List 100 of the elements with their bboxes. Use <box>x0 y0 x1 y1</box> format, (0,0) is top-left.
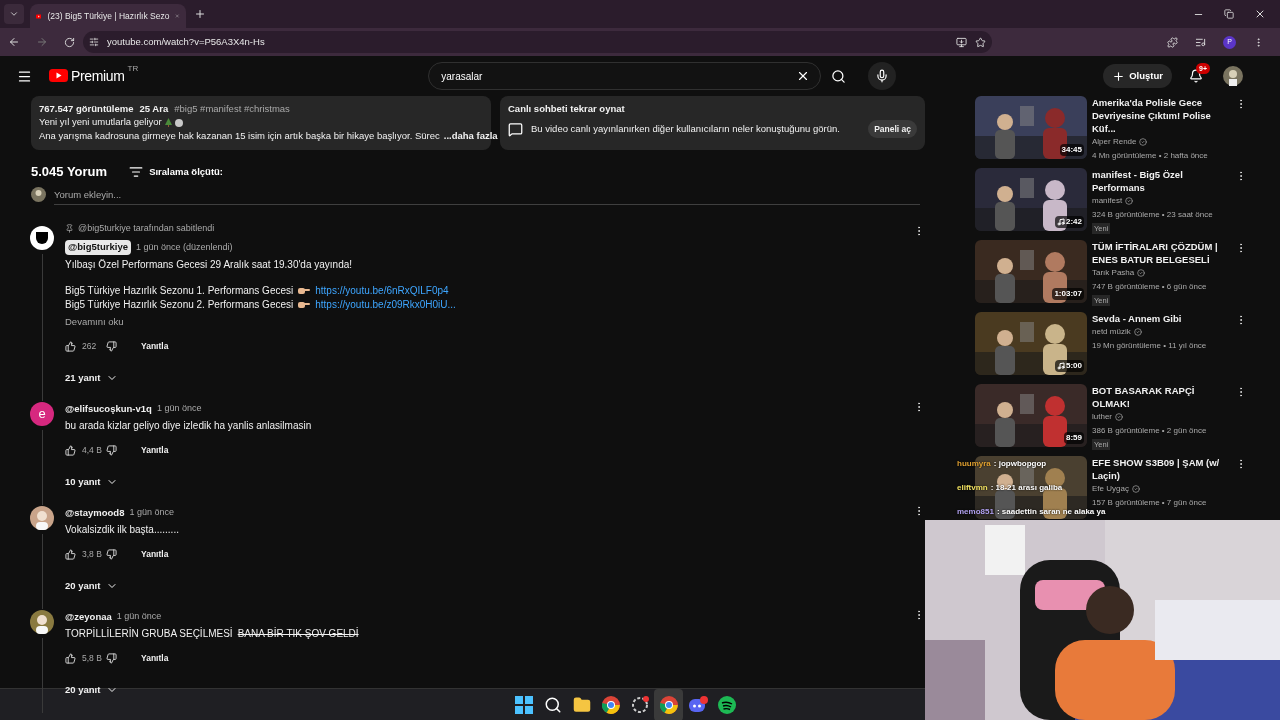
channel-name[interactable]: Efe Uygaç <box>1092 483 1129 495</box>
new-tab-icon[interactable] <box>194 8 206 20</box>
browser-tab[interactable]: (23) Big5 Türkiye | Hazırlık Sezo <box>30 4 186 28</box>
bookmark-icon[interactable] <box>975 36 986 48</box>
reply-button[interactable]: Yanıtla <box>141 340 169 354</box>
search-field[interactable]: yarasalar <box>441 68 797 84</box>
like-count: 5,8 B <box>82 652 103 666</box>
video-play-icon <box>36 11 42 21</box>
reply-button[interactable]: Yanıtla <box>141 548 169 562</box>
description-text: Yeni yıl yeni umutlarla geliyor <box>39 115 162 130</box>
show-more-link[interactable]: ...daha fazla <box>443 128 498 144</box>
comment-link[interactable]: https://youtu.be/6nRxQILF0p4 <box>315 283 449 298</box>
spotify-icon[interactable] <box>717 695 736 714</box>
close-icon[interactable] <box>1254 8 1266 20</box>
comment-field[interactable]: Yorum ekleyin... <box>54 184 920 205</box>
duration-badge: 34:45 <box>1059 144 1084 156</box>
folder-icon[interactable] <box>572 695 591 714</box>
sort-button[interactable]: Sıralama ölçütü: <box>129 164 224 179</box>
media-icon[interactable] <box>1195 37 1206 48</box>
like-icon[interactable] <box>65 653 76 665</box>
search-icon[interactable] <box>831 68 847 84</box>
user-avatar <box>31 187 46 202</box>
comment-time[interactable]: 1 gün önce <box>156 402 202 416</box>
replies-toggle[interactable]: 20 yanıt <box>65 674 119 705</box>
channel-name[interactable]: netd müzik <box>1092 326 1131 338</box>
restore-icon[interactable] <box>1224 9 1234 19</box>
like-count: 4,4 B <box>82 444 103 458</box>
chrome-icon[interactable] <box>601 695 620 714</box>
comment-author[interactable]: @zeyonaa <box>65 609 112 624</box>
logo-text[interactable]: Premium <box>71 65 125 87</box>
video-title[interactable]: TÜM İFTİRALARI ÇÖZDÜM | ENES BATUR BELGESELİ <box>1092 240 1226 266</box>
pointing-hand-icon <box>298 300 311 309</box>
comment-author[interactable]: @big5turkiye <box>65 240 131 255</box>
dislike-icon[interactable] <box>106 549 117 561</box>
like-icon[interactable] <box>65 549 76 561</box>
comment-time[interactable]: 1 gün önce <box>116 610 162 624</box>
duration-badge: 8:59 <box>1064 432 1084 444</box>
hashtags[interactable]: #big5 #manifest #christmas <box>174 102 290 116</box>
comment-author[interactable]: @elifsucoşkun-v1q <box>65 401 152 416</box>
app-icon[interactable] <box>630 695 649 714</box>
channel-name[interactable]: Tarık Pasha <box>1092 267 1135 279</box>
video-meta: 4 Mn görüntüleme • 2 hafta önce <box>1092 150 1209 162</box>
user-avatar[interactable]: e <box>30 401 54 426</box>
video-title[interactable]: manifest - Big5 Özel Performans <box>1092 168 1226 194</box>
video-title[interactable]: EFE SHOW S3B09 | ŞAM (w/ Laçin) <box>1092 456 1226 482</box>
open-panel-button[interactable]: Paneli aç <box>868 120 917 138</box>
pinned-label: @big5turkiye tarafından sabitlendi <box>78 221 215 235</box>
microphone-icon[interactable] <box>875 69 890 83</box>
video-title[interactable]: Sevda - Annem Gibi <box>1092 312 1226 325</box>
like-count: 3,8 B <box>82 548 103 562</box>
reply-button[interactable]: Yanıtla <box>141 652 169 666</box>
replies-toggle[interactable]: 21 yanıt <box>65 362 119 393</box>
comment-text: Big5 Türkiye Hazırlık Sezonu 2. Performans Gecesi <box>65 298 294 312</box>
windows-icon[interactable] <box>514 695 533 714</box>
video-title[interactable]: BOT BASARAK RAPÇİ OLMAK! <box>1092 384 1226 410</box>
upload-date: 25 Ara <box>139 102 169 116</box>
menu-icon[interactable] <box>17 68 32 84</box>
dislike-icon[interactable] <box>106 341 117 353</box>
comment-author[interactable]: @staymood8 <box>65 505 125 520</box>
extensions-icon[interactable] <box>1167 37 1178 48</box>
channel-name[interactable]: manifest <box>1092 195 1123 207</box>
channel-name[interactable]: Alper Rende <box>1092 136 1137 148</box>
ornament-icon <box>174 118 183 127</box>
account-avatar[interactable] <box>1223 66 1243 86</box>
address-field[interactable]: youtube.com/watch?v=P56A3X4n-Hs <box>83 31 992 53</box>
read-more-link[interactable]: Devamını oku <box>65 314 124 329</box>
comment-link[interactable]: https://youtu.be/z09Rkx0H0iU... <box>315 297 456 312</box>
chrome-icon[interactable] <box>659 695 678 714</box>
discord-icon[interactable] <box>687 695 708 714</box>
duration-badge: 1:03:07 <box>1052 288 1084 300</box>
comment-time[interactable]: 1 gün önce (düzenlendi) <box>135 240 233 255</box>
install-icon[interactable] <box>956 36 967 48</box>
back-icon[interactable] <box>8 36 20 48</box>
dislike-icon[interactable] <box>106 445 117 457</box>
reload-icon[interactable] <box>64 36 75 48</box>
pin-icon <box>65 224 74 233</box>
channel-avatar[interactable] <box>30 225 54 250</box>
replies-toggle[interactable]: 20 yanıt <box>65 570 119 601</box>
reply-button[interactable]: Yanıtla <box>141 444 169 458</box>
region-label: TR <box>127 62 139 75</box>
video-title[interactable]: Amerika'da Polisle Gece Devriyesine Çıktım! Polise Küf... <box>1092 96 1226 135</box>
comment-text: TORPİLLİLERİN GRUBA SEÇİLMESİ <box>65 626 233 642</box>
channel-name[interactable]: luther <box>1092 411 1112 423</box>
tree-icon <box>164 118 172 127</box>
user-avatar[interactable] <box>30 505 54 530</box>
search-box[interactable]: yarasalar <box>428 62 822 90</box>
replies-toggle[interactable]: 10 yanıt <box>65 466 119 497</box>
site-info-icon[interactable] <box>89 37 99 47</box>
notifications-icon[interactable] <box>1189 69 1203 83</box>
like-icon[interactable] <box>65 445 76 457</box>
comment-time[interactable]: 1 gün önce <box>129 506 174 520</box>
user-avatar[interactable] <box>30 609 54 634</box>
like-icon[interactable] <box>65 341 76 353</box>
create-button[interactable]: Oluştur <box>1103 64 1172 88</box>
search-icon[interactable] <box>543 695 562 714</box>
dislike-icon[interactable] <box>106 653 117 665</box>
video-meta: 747 B görüntüleme • 6 gün önce <box>1092 281 1208 293</box>
caret-icon <box>9 9 19 19</box>
view-count: 767.547 görüntüleme <box>39 102 134 116</box>
logo-icon[interactable] <box>49 68 68 82</box>
